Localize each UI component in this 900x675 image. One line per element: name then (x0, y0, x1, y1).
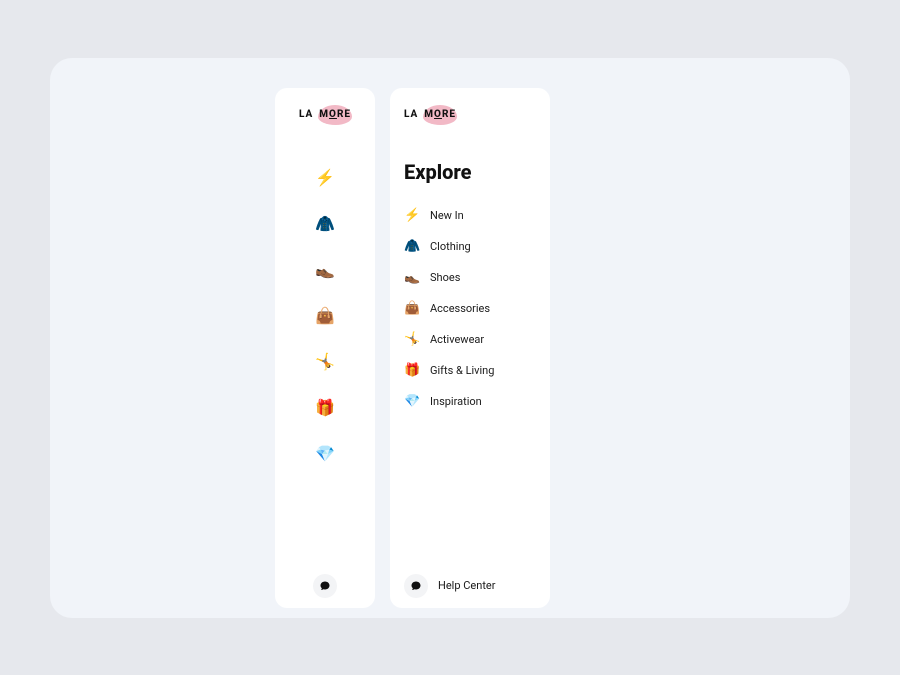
nav-item-shoes[interactable]: 👞 Shoes (404, 268, 536, 287)
nav-item-accessories[interactable]: 👜 Accessories (404, 299, 536, 318)
chat-icon (313, 574, 337, 598)
nav-item-shoes[interactable]: 👞 (311, 256, 339, 284)
collapsed-nav-list: ⚡ 🧥 👞 👜 🤸 🎁 💎 (311, 164, 339, 468)
gifts-living-icon: 🎁 (404, 363, 420, 378)
logo-more-text: MORE (319, 109, 351, 120)
chat-icon (404, 574, 428, 598)
nav-item-inspiration[interactable]: 💎 (311, 440, 339, 468)
nav-item-label: Activewear (430, 333, 484, 346)
accessories-icon: 👜 (404, 301, 420, 316)
logo-more: MORE (319, 109, 351, 120)
new-in-icon: ⚡ (404, 208, 420, 223)
nav-item-new-in[interactable]: ⚡ (311, 164, 339, 192)
nav-item-label: Clothing (430, 240, 471, 253)
nav-item-label: Gifts & Living (430, 364, 494, 377)
logo-la-text: LA (404, 109, 418, 120)
nav-item-accessories[interactable]: 👜 (311, 302, 339, 330)
brand-logo: LA MORE (299, 102, 351, 128)
help-center-label: Help Center (438, 579, 496, 592)
nav-item-label: Inspiration (430, 395, 482, 408)
nav-item-inspiration[interactable]: 💎 Inspiration (404, 392, 536, 411)
brand-logo: LA MORE (404, 102, 536, 128)
expanded-nav-list: ⚡ New In 🧥 Clothing 👞 Shoes 👜 Accessories 🤸 Activ… (404, 206, 536, 411)
nav-item-clothing[interactable]: 🧥 (311, 210, 339, 238)
nav-item-gifts-living[interactable]: 🎁 Gifts & Living (404, 361, 536, 380)
nav-item-gifts-living[interactable]: 🎁 (311, 394, 339, 422)
help-center-button[interactable] (313, 574, 337, 598)
shoes-icon: 👞 (404, 270, 420, 285)
clothing-icon: 🧥 (404, 239, 420, 254)
nav-item-activewear[interactable]: 🤸 (311, 348, 339, 376)
activewear-icon: 🤸 (404, 332, 420, 347)
nav-item-label: Shoes (430, 271, 460, 284)
nav-item-activewear[interactable]: 🤸 Activewear (404, 330, 536, 349)
logo-la-text: LA (299, 109, 313, 120)
inspiration-icon: 💎 (404, 394, 420, 409)
nav-item-label: New In (430, 209, 464, 222)
nav-item-new-in[interactable]: ⚡ New In (404, 206, 536, 225)
logo-more: MORE (424, 109, 456, 120)
nav-item-label: Accessories (430, 302, 490, 315)
section-heading: Explore (404, 160, 536, 184)
nav-item-clothing[interactable]: 🧥 Clothing (404, 237, 536, 256)
artboard: LA MORE ⚡ 🧥 👞 👜 🤸 🎁 💎 LA MORE Explore ⚡ New In 🧥… (50, 58, 850, 618)
sidebar-expanded: LA MORE Explore ⚡ New In 🧥 Clothing 👞 Shoes 👜 A… (390, 88, 550, 608)
logo-more-text: MORE (424, 109, 456, 120)
help-center-link[interactable]: Help Center (404, 574, 536, 598)
sidebar-collapsed: LA MORE ⚡ 🧥 👞 👜 🤸 🎁 💎 (275, 88, 375, 608)
